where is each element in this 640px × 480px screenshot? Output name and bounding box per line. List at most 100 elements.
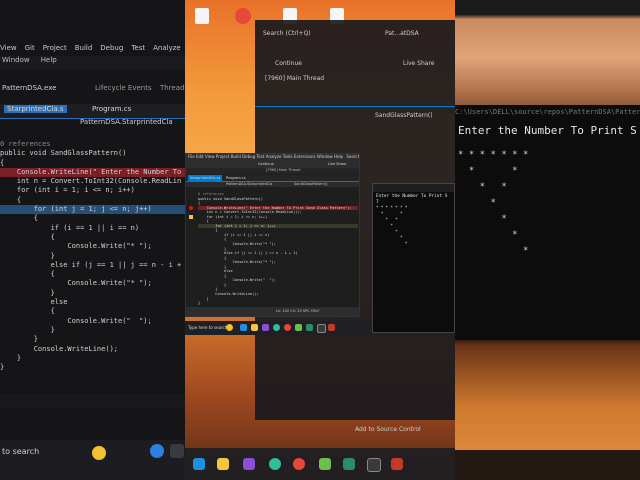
menu-analyze[interactable]: Analyze (153, 44, 181, 52)
tab-starprinted[interactable]: StarprintedCla.cs (188, 175, 223, 181)
thread-label: Thread (160, 84, 185, 92)
edge-taskbar-icon[interactable] (269, 458, 281, 470)
code-line: int n = Convert.ToInt32(Console.ReadLin (0, 177, 182, 186)
code-line: Console.Write("* "); (0, 242, 152, 251)
chrome-taskbar-icon[interactable] (293, 458, 305, 470)
continue-button[interactable]: Continue (258, 162, 274, 166)
code-line: } (0, 363, 5, 372)
solution-blur: Pat...atDSA (385, 30, 419, 37)
menu-project[interactable]: Project (216, 154, 230, 159)
code-line: } (0, 325, 55, 334)
namespace-nav[interactable]: PatternDSA.StarprintedCla (80, 118, 173, 126)
star-row-zoom: * (458, 230, 518, 240)
code-line: { (0, 232, 55, 241)
code-line: } (0, 288, 55, 297)
star-row: * * (376, 211, 403, 216)
breakpoint-icon[interactable] (189, 206, 193, 210)
toolbar: Window Help (0, 56, 185, 70)
code-line: public void SandGlassPattern() (0, 149, 127, 158)
code-line: Console.WriteLine(" Enter the Number To (0, 167, 185, 178)
thread-blur: [7960] Main Thread (265, 75, 325, 82)
start-icon[interactable] (193, 458, 205, 470)
menu-project[interactable]: Project (43, 44, 67, 52)
tab-underline (255, 106, 455, 107)
menu-help[interactable]: Help (41, 56, 57, 64)
notepad-icon[interactable] (319, 458, 331, 470)
menu-git[interactable]: Git (25, 44, 35, 52)
code-editor-zoom[interactable]: 0 references public void SandGlassPatter… (0, 140, 185, 400)
vs-icon-small[interactable] (262, 324, 269, 331)
visual-studio-icon[interactable] (243, 458, 255, 470)
taskbar-zoom-right (455, 450, 640, 480)
star-row-zoom: * (458, 214, 507, 224)
left-zoom-panel: View Git Project Build Debug Test Analyz… (0, 0, 185, 480)
right-zoom-panel: C:\Users\DELL\source\repos\PatternDSA\Pa… (455, 0, 640, 480)
debug-location-bar: [7960] Main Thread (186, 168, 359, 174)
menu-extensions[interactable]: Extensions (294, 154, 316, 159)
desktop-icon-doc[interactable] (195, 8, 209, 24)
code-editor[interactable]: 0 references public void SandGlassPatter… (198, 192, 358, 306)
chrome-icon[interactable] (235, 8, 251, 24)
tab-program[interactable]: Program.cs (92, 105, 131, 113)
menu-test[interactable]: Test (131, 44, 145, 52)
taskbar-search-zoom[interactable]: to search (2, 447, 39, 456)
live-share-blur: Live Share (403, 60, 435, 67)
file-explorer-icon[interactable] (217, 458, 229, 470)
app-icon[interactable] (343, 458, 355, 470)
visual-studio-window[interactable]: File Edit View Project Build Debug Test … (185, 153, 360, 317)
recorder-icon[interactable] (391, 458, 403, 470)
vs-toolbar: Continue Live Share (186, 161, 359, 168)
sparkle-icon (92, 446, 106, 460)
recorder-icon-small[interactable] (328, 324, 335, 331)
menu-debug[interactable]: Debug (242, 154, 255, 159)
code-line: { (0, 214, 38, 223)
terminal-icon[interactable] (367, 458, 381, 472)
menu-debug[interactable]: Debug (100, 44, 123, 52)
code-line: Console.Write(" "); (0, 316, 152, 325)
menu-help[interactable]: Help (334, 154, 343, 159)
chrome-icon-small[interactable] (284, 324, 291, 331)
code-line: { (0, 307, 55, 316)
menu-window[interactable]: Window (317, 154, 333, 159)
method-dropdown[interactable]: SandGlassPattern() (294, 182, 328, 186)
star-row-zoom: * * * * * * * (458, 150, 529, 160)
thread-select[interactable]: [7960] Main Thread (266, 168, 300, 172)
menu-view[interactable]: View (0, 44, 17, 52)
start-icon-small[interactable] (240, 324, 247, 331)
menu-view[interactable]: View (205, 154, 215, 159)
tab-starprinted[interactable]: StarprintedCla.s (4, 105, 67, 113)
code-line: } (0, 353, 22, 362)
star-row-zoom: * (458, 246, 529, 256)
vs-nav-bar: PatternDSA.StarprintedCla SandGlassPatte… (186, 182, 359, 187)
menu-file[interactable]: File (188, 154, 195, 159)
star-row: * (376, 235, 403, 240)
app-icon-small[interactable] (306, 324, 313, 331)
menu-tools[interactable]: Tools (283, 154, 293, 159)
vs-search[interactable]: Search (Ctrl+Q) (346, 154, 359, 159)
edge-icon-small[interactable] (273, 324, 280, 331)
code-line: { (0, 270, 55, 279)
tab-program[interactable]: Program.cs (224, 175, 248, 181)
add-to-source-control[interactable]: Add to Source Control (300, 313, 338, 317)
edge-icon[interactable] (150, 444, 164, 458)
menu-edit[interactable]: Edit (196, 154, 204, 159)
terminal-icon-small[interactable] (317, 324, 326, 333)
code-line: else (0, 298, 68, 307)
console-prompt: Enter the Number To Print S (376, 194, 448, 199)
small-taskbar-search[interactable]: Type here to search (188, 325, 227, 330)
code-line: } (198, 301, 201, 306)
class-dropdown[interactable]: PatternDSA.StarprintedCla (226, 182, 272, 186)
menu-build[interactable]: Build (75, 44, 93, 52)
menu-test[interactable]: Test (257, 154, 265, 159)
star-row-zoom: * * (458, 166, 518, 176)
explorer-icon-small[interactable] (251, 324, 258, 331)
notepad-icon-small[interactable] (295, 324, 302, 331)
menu-window[interactable]: Window (2, 56, 30, 64)
menu-analyze[interactable]: Analyze (266, 154, 282, 159)
current-line-arrow-icon (189, 215, 193, 219)
continue-blur: Continue (275, 60, 302, 67)
live-share-button[interactable]: Live Share (328, 162, 346, 166)
widgets-icon[interactable] (170, 444, 184, 458)
console-window[interactable]: Enter the Number To Print S 7 * * * * * … (372, 183, 455, 333)
menu-build[interactable]: Build (231, 154, 241, 159)
